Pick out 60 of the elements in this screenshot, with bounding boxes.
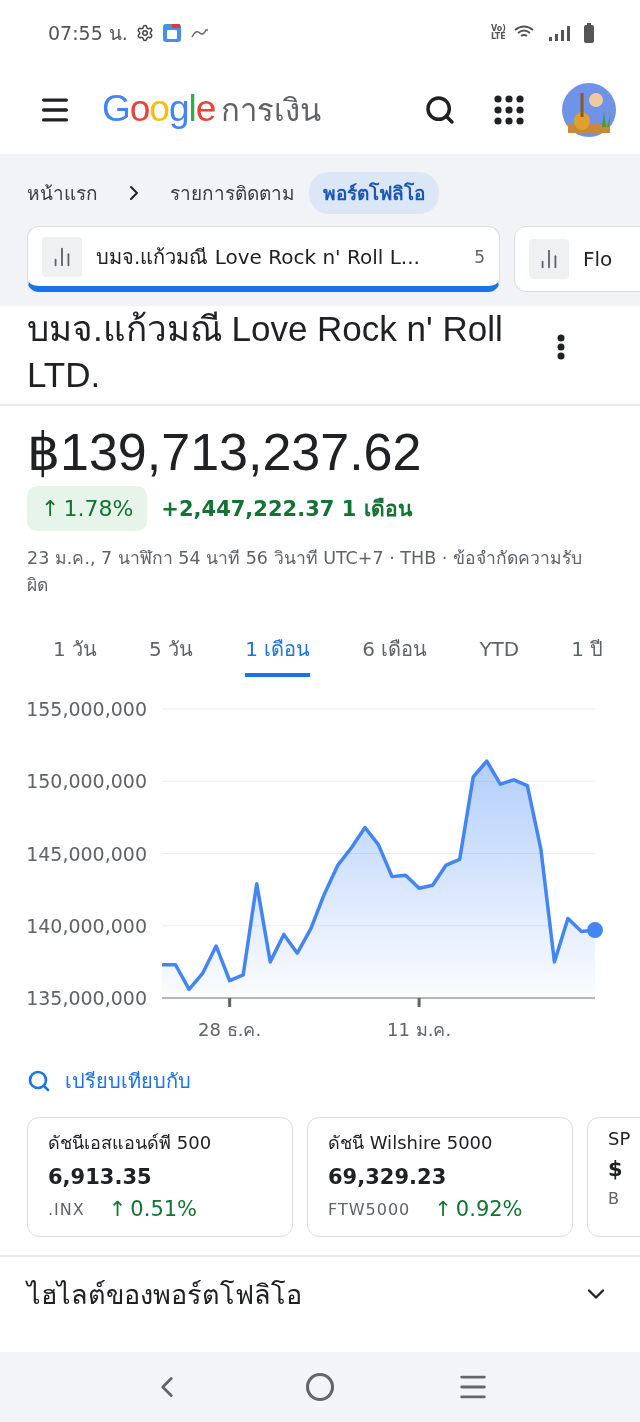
price: ฿139,713,237.62 [26,422,423,483]
portfolio-tab[interactable]: Flo [514,226,640,292]
axis-label: 11 ม.ค. [387,1019,452,1040]
index-card[interactable]: SP $ B [587,1117,640,1237]
product-name: การเงิน [221,91,322,130]
index-change: ↑ 0.92% [434,1197,523,1221]
index-symbol: .INX [48,1199,85,1219]
search-icon [27,1069,51,1093]
axis-label: 150,000,000 [26,770,147,793]
breadcrumb-link[interactable]: หน้าแรก [27,172,98,214]
axis-label: 135,000,000 [26,987,147,1009]
apps-button[interactable] [494,95,524,125]
range-tab[interactable]: 1 เดือน [245,627,311,677]
home-button[interactable] [305,1372,335,1402]
axis-label: 140,000,000 [26,914,147,937]
change-amount: +2,447,222.37 1 เดือน [161,496,412,523]
settings-icon [135,24,154,42]
index-change: ↑ 0.51% [108,1197,198,1221]
battery-icon [584,23,594,43]
signal-icon [548,24,570,42]
range-tab[interactable]: 5 วัน [149,627,194,677]
index-value: 6,913.35 [48,1165,153,1189]
home-icon [305,1372,335,1402]
index-value: 69,329.23 [328,1165,448,1189]
portfolio-title: บมจ.แก้วมณี Love Rock n' Roll LTD. [27,308,504,396]
range-tab[interactable]: 1 ปี [571,627,604,677]
data-point [587,922,603,939]
tick-mark [417,998,421,1007]
more-icon [557,334,565,360]
axis-label: 145,000,000 [26,842,147,865]
timestamp-text: 23 ม.ค., 7 นาฬิกา 54 นาที 56 วินาที UTC+7 · THB · ข้อจำกัดความรับผิด [27,547,583,597]
breadcrumb-link[interactable]: พอร์ตโฟลิโอ [309,172,439,214]
axis-label: 155,000,000 [26,698,147,720]
avatar[interactable] [562,83,616,137]
index-symbol: FTW5000 [328,1199,411,1219]
index-card[interactable]: ดัชนี Wilshire 5000 69,329.23 FTW5000 ↑ 0.92% [307,1117,573,1237]
change-percent: ↑ 1.78% [27,486,148,531]
index-name: ดัชนี Wilshire 5000 [328,1131,494,1155]
network-label: Vo) LTE [491,25,506,41]
search-button[interactable] [424,94,456,126]
more-button[interactable] [557,334,565,360]
range-tab[interactable]: 1 วัน [53,627,98,677]
index-card[interactable]: ดัชนีเอสแอนด์พี 500 6,913.35 .INX ↑ 0.51% [27,1117,293,1237]
range-tab[interactable]: 6 เดือน [362,627,428,677]
range-tab[interactable]: YTD [479,627,520,677]
swirl-icon [189,27,210,39]
index-name: ดัชนีเอสแอนด์พี 500 [48,1131,213,1155]
portfolio-tab[interactable]: บมจ.แก้วมณี Love Rock n' Roll L... 5 [27,226,500,292]
axis-label: 28 ธ.ค. [198,1019,262,1040]
index-name: SP [608,1128,632,1149]
compare-link[interactable]: เปรียบเทียบกับ [27,1065,613,1097]
status-time: 07:55 น. [48,21,128,46]
index-symbol: B [608,1189,620,1208]
section-title: ไฮไลต์ของพอร์ตโฟลิโอ [27,1277,303,1312]
item-count: 5 [474,246,485,267]
index-value: $ [608,1157,624,1181]
tick-mark [228,998,232,1007]
app-icon [161,23,182,43]
logo[interactable]: Google [102,88,216,130]
breadcrumb-link[interactable]: รายการติดตาม [170,172,295,214]
